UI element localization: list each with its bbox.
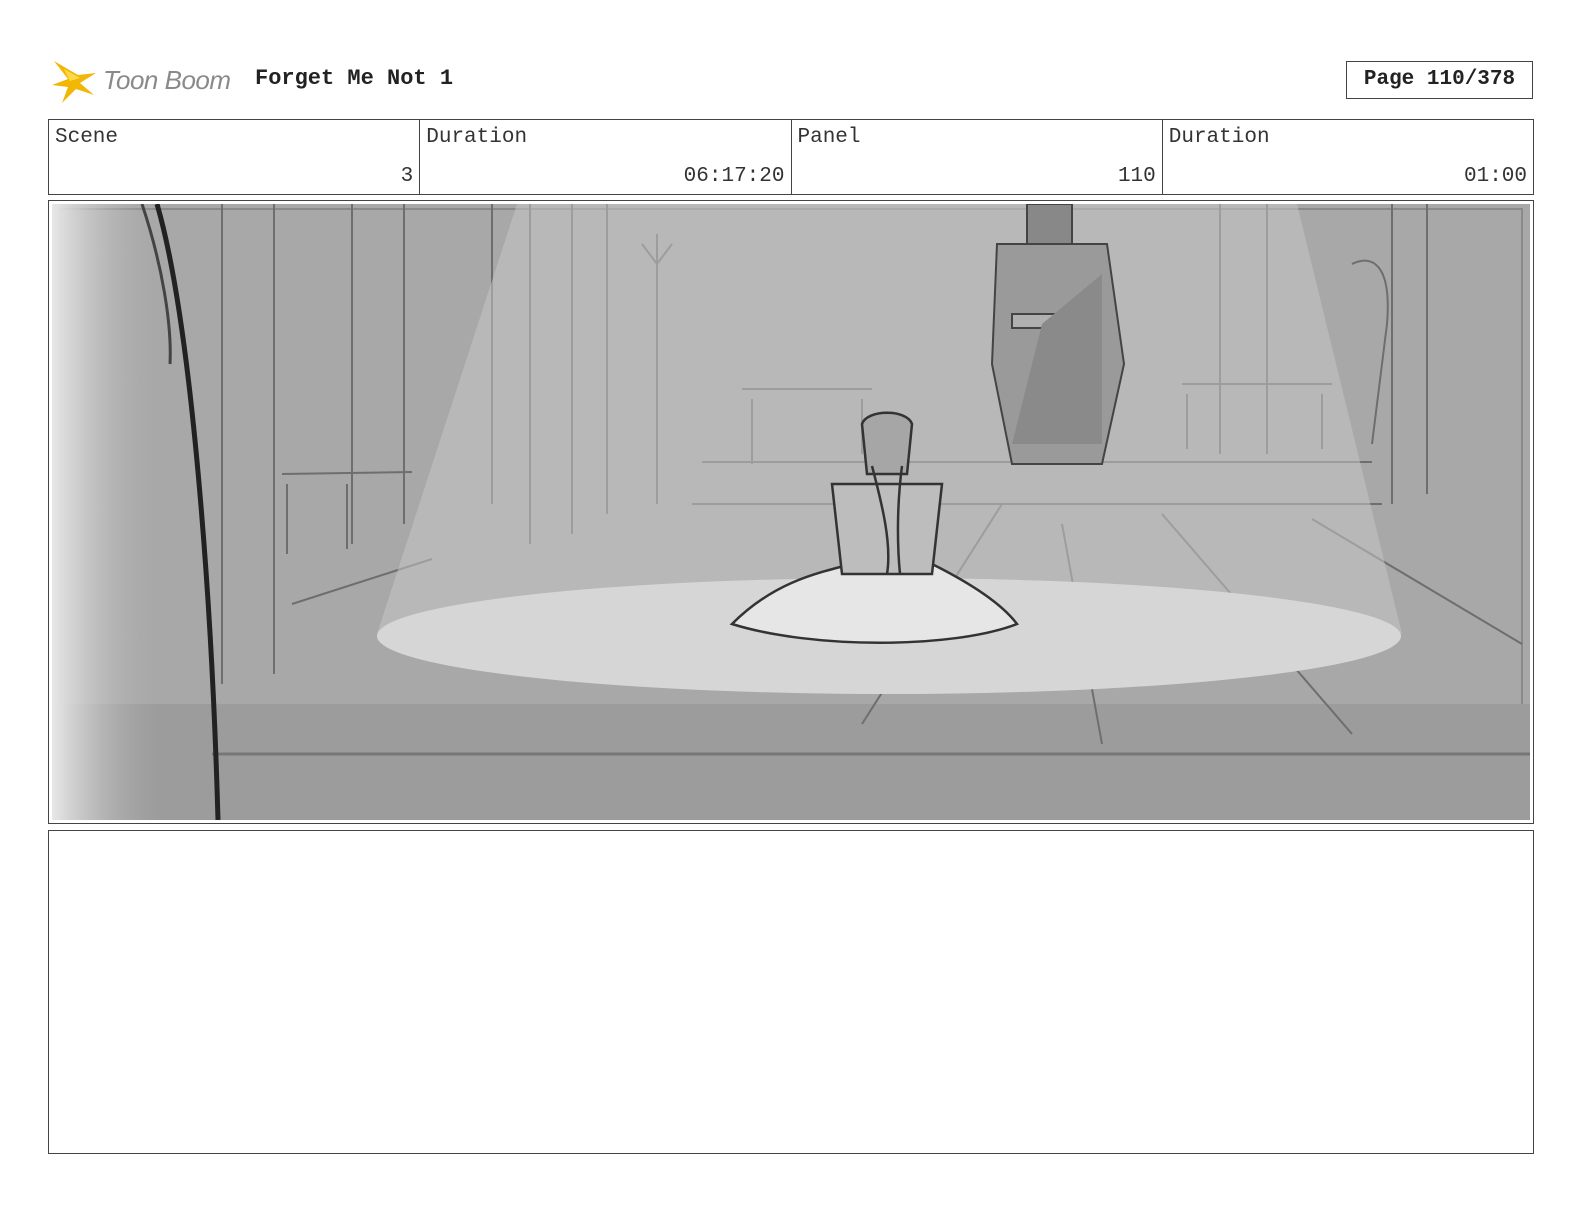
panel-value: 110: [1117, 165, 1156, 188]
logo-text: Toon Boom: [103, 65, 231, 95]
document-title: Forget Me Not 1: [255, 66, 454, 91]
scene-duration-cell: Duration 06:17:20: [420, 120, 792, 194]
storyboard-panel: [48, 200, 1534, 824]
panel-info-row: Scene 3 Duration 06:17:20 Panel 110 Dura…: [48, 119, 1534, 195]
scene-value: 3: [400, 165, 414, 188]
panel-notes-box: [48, 830, 1534, 1154]
scene-duration-label: Duration: [426, 126, 528, 149]
scene-cell: Scene 3: [49, 120, 421, 194]
page-indicator: Page 110/378: [1346, 61, 1533, 99]
panel-duration-label: Duration: [1168, 126, 1270, 149]
scene-label: Scene: [55, 126, 119, 149]
panel-sketch-image: [52, 204, 1530, 820]
toon-boom-logo: Toon Boom: [50, 55, 240, 107]
panel-label: Panel: [797, 126, 861, 149]
panel-duration-value: 01:00: [1463, 165, 1527, 188]
starburst-icon: [52, 61, 96, 103]
scene-duration-value: 06:17:20: [683, 165, 785, 188]
panel-cell: Panel 110: [792, 120, 1163, 194]
panel-duration-cell: Duration 01:00: [1163, 120, 1533, 194]
